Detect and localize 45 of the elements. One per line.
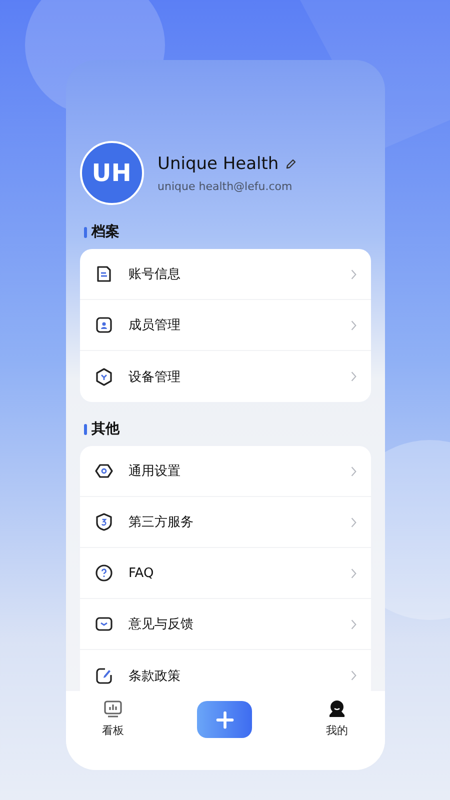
menu-item[interactable]: 成员管理 xyxy=(80,300,370,351)
chart-icon xyxy=(103,699,124,719)
chevron-icon xyxy=(350,320,356,330)
section-marker xyxy=(84,424,86,434)
edit-icon xyxy=(94,666,114,686)
person-card-icon xyxy=(94,315,114,335)
user-email: unique health@lefu.com xyxy=(158,180,294,192)
menu-label: FAQ xyxy=(128,566,155,580)
chevron-icon xyxy=(350,618,356,630)
menu-label: 条款政策 xyxy=(128,668,182,684)
envelope-icon xyxy=(94,614,114,634)
section-marker xyxy=(84,226,86,238)
chevron-icon xyxy=(350,670,356,681)
chevron-icon xyxy=(350,268,356,280)
menu-label: 账号信息 xyxy=(128,266,182,283)
hexagon-icon xyxy=(94,366,114,386)
user-name: Unique Health xyxy=(158,154,279,174)
menu-label: 第三方服务 xyxy=(128,514,194,531)
menu-item[interactable]: 通用设置 xyxy=(80,446,370,497)
menu-item[interactable]: 账号信息 xyxy=(80,249,370,300)
section-title: 档案 xyxy=(92,223,120,241)
help-icon xyxy=(94,563,114,583)
menu-label: 设备管理 xyxy=(128,368,182,386)
tab[interactable]: 看板 xyxy=(102,699,124,738)
menu-item[interactable]: FAQ xyxy=(80,548,370,599)
chevron-icon xyxy=(350,466,356,476)
add-button[interactable] xyxy=(197,701,252,738)
plus-icon xyxy=(216,710,234,728)
avatar[interactable]: UH xyxy=(80,141,144,205)
menu-item[interactable]: 第三方服务 xyxy=(80,497,370,548)
menu-label: 成员管理 xyxy=(128,317,182,334)
chevron-icon xyxy=(350,568,356,578)
menu-label: 意见与反馈 xyxy=(128,616,194,633)
settings-icon xyxy=(94,461,114,481)
menu-label: 通用设置 xyxy=(128,463,182,480)
chevron-icon xyxy=(350,371,356,382)
menu-item[interactable]: 设备管理 xyxy=(80,351,370,402)
shield-icon xyxy=(94,512,114,532)
menu-item[interactable]: 意见与反馈 xyxy=(80,599,370,650)
menu-item[interactable]: 条款政策 xyxy=(80,650,370,691)
person-icon xyxy=(326,699,347,719)
tab[interactable]: 我的 xyxy=(326,699,348,738)
edit-icon[interactable] xyxy=(284,158,297,170)
section-title: 其他 xyxy=(92,420,120,438)
chevron-icon xyxy=(350,516,356,528)
